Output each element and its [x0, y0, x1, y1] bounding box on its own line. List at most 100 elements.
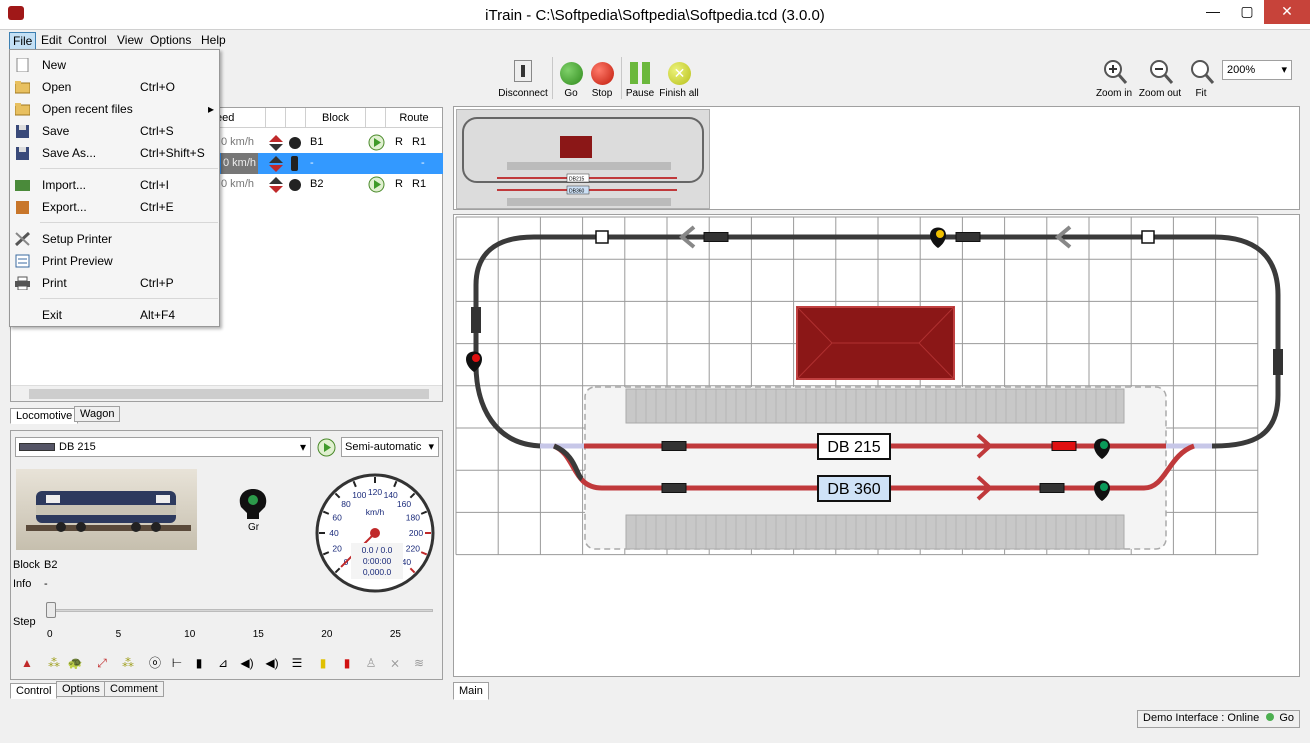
- headlight-icon[interactable]: [289, 178, 301, 191]
- status-indicator-icon: [1266, 713, 1275, 721]
- zoom-out-button[interactable]: Zoom out: [1136, 56, 1184, 100]
- stop-button[interactable]: Stop: [587, 56, 617, 100]
- step-slider-thumb[interactable]: [46, 602, 56, 618]
- menu-item-print[interactable]: Print Ctrl+P: [10, 272, 219, 294]
- menu-item-open-recent[interactable]: Open recent files ▸: [10, 98, 219, 120]
- track-diagram[interactable]: DB 215 DB 360: [454, 215, 1299, 676]
- menu-options[interactable]: Options: [147, 32, 194, 48]
- block-marker[interactable]: [471, 307, 481, 333]
- disconnect-button[interactable]: Disconnect: [496, 56, 550, 100]
- cabin-light-function-icon[interactable]: ☰: [289, 655, 305, 671]
- red-light-function-icon[interactable]: ▮: [339, 655, 355, 671]
- shunting-function-icon[interactable]: 🐢: [67, 655, 83, 671]
- run-icon[interactable]: [368, 176, 385, 193]
- locomotive-thumbnail-icon: [19, 443, 55, 451]
- pantograph-function-icon[interactable]: ⨯: [387, 655, 403, 671]
- block-marker[interactable]: [1039, 483, 1065, 493]
- minimap[interactable]: DB215 DB360: [456, 109, 710, 209]
- header-block[interactable]: Block: [306, 108, 366, 128]
- lights-rear-function-icon[interactable]: ⁂: [120, 655, 136, 671]
- toolbar-separator: [621, 57, 622, 99]
- menu-edit[interactable]: Edit: [38, 32, 65, 48]
- pause-button[interactable]: Pause: [624, 56, 656, 100]
- menu-item-setup-printer[interactable]: Setup Printer: [10, 228, 219, 250]
- direction-toggle-icon[interactable]: [269, 135, 283, 151]
- tab-main[interactable]: Main: [453, 682, 489, 700]
- block-marker[interactable]: [1273, 349, 1283, 375]
- gauge-unit: km/h: [366, 507, 385, 517]
- menu-item-open[interactable]: Open Ctrl+O: [10, 76, 219, 98]
- menu-item-print-preview[interactable]: Print Preview: [10, 250, 219, 272]
- zoom-in-button[interactable]: Zoom in: [1094, 56, 1134, 100]
- block-marker[interactable]: [955, 232, 981, 242]
- coupler-function-icon[interactable]: ⊢: [169, 655, 185, 671]
- tab-wagon[interactable]: Wagon: [74, 406, 121, 422]
- maximize-button[interactable]: ▢: [1230, 0, 1264, 24]
- header-speed[interactable]: eed: [216, 108, 266, 128]
- recent-folder-icon: [15, 103, 30, 116]
- overview-panel: DB215 DB360: [453, 106, 1300, 210]
- gauge-tick-label: 60: [332, 512, 342, 522]
- menu-help[interactable]: Help: [198, 32, 229, 48]
- menu-item-save[interactable]: Save Ctrl+S: [10, 120, 219, 142]
- zoom-level-select[interactable]: 200% ▾: [1222, 60, 1292, 80]
- gauge-tick-label: 140: [384, 490, 398, 500]
- light-icon[interactable]: [291, 156, 298, 171]
- direction-toggle-icon[interactable]: [269, 177, 283, 193]
- tab-options[interactable]: Options: [56, 681, 106, 697]
- minimize-button[interactable]: —: [1196, 0, 1230, 24]
- menu-file[interactable]: File: [9, 32, 37, 50]
- locomotive-select[interactable]: DB 215 ▾: [15, 437, 311, 457]
- block-marker-occupied[interactable]: [1051, 441, 1077, 451]
- horizontal-scrollbar[interactable]: [11, 385, 442, 401]
- menu-view[interactable]: View: [114, 32, 146, 48]
- finish-all-button[interactable]: ✕ Finish all: [658, 56, 700, 100]
- locomotive-photo: [16, 469, 197, 550]
- direction-function-icon[interactable]: ▲: [19, 655, 35, 671]
- menu-item-exit[interactable]: Exit Alt+F4: [10, 304, 219, 326]
- smoke-function-icon[interactable]: ≋: [411, 655, 427, 671]
- sound-alt-function-icon[interactable]: ◀): [264, 655, 280, 671]
- bell-function-icon[interactable]: ♙: [363, 655, 379, 671]
- brake-function-icon[interactable]: ⊿: [215, 655, 231, 671]
- block-marker[interactable]: [703, 232, 729, 242]
- export-icon: [16, 201, 29, 214]
- scrollbar-thumb[interactable]: [29, 389, 429, 399]
- menu-item-new[interactable]: New: [10, 54, 219, 76]
- menu-item-import[interactable]: Import... Ctrl+I: [10, 174, 219, 196]
- tab-comment[interactable]: Comment: [104, 681, 164, 697]
- menu-item-save-as[interactable]: Save As... Ctrl+Shift+S: [10, 142, 219, 164]
- gauge-hub: [370, 528, 380, 538]
- run-icon[interactable]: [317, 438, 336, 457]
- block-marker[interactable]: [661, 483, 687, 493]
- platform-bottom[interactable]: [625, 514, 1125, 550]
- lights-function-icon[interactable]: ⁂: [46, 655, 62, 671]
- speedometer-gauge: 020406080100120140160180200220240km/h0.0…: [315, 473, 435, 593]
- menu-control[interactable]: Control: [65, 32, 110, 48]
- tab-control[interactable]: Control: [10, 683, 58, 699]
- step-tick-label: 5: [115, 629, 122, 640]
- yellow-light-function-icon[interactable]: ▮: [315, 655, 331, 671]
- gauge-tick-label: 40: [329, 528, 339, 538]
- headlight-icon[interactable]: [289, 136, 301, 149]
- block-marker[interactable]: [661, 441, 687, 451]
- go-button[interactable]: Go: [556, 56, 586, 100]
- menu-item-export[interactable]: Export... Ctrl+E: [10, 196, 219, 218]
- sensor[interactable]: [1141, 230, 1155, 244]
- step-tick-label: 10: [184, 629, 196, 640]
- mode-select[interactable]: Semi-automatic ▾: [341, 437, 439, 457]
- tab-locomotive[interactable]: Locomotive: [10, 408, 79, 424]
- step-slider[interactable]: [46, 602, 433, 618]
- run-icon[interactable]: [368, 134, 385, 151]
- sensor[interactable]: [595, 230, 609, 244]
- header-route[interactable]: Route: [386, 108, 442, 128]
- engine-function-icon[interactable]: ▮: [191, 655, 207, 671]
- acceleration-function-icon[interactable]: ⤢: [94, 655, 110, 671]
- toolbar-separator: [552, 57, 553, 99]
- fit-button[interactable]: Fit: [1186, 56, 1216, 100]
- close-button[interactable]: ✕: [1264, 0, 1310, 24]
- horn-function-icon[interactable]: ⓞ: [147, 655, 163, 671]
- sound-function-icon[interactable]: ◀): [239, 655, 255, 671]
- direction-toggle-icon[interactable]: [269, 156, 283, 172]
- platform-top[interactable]: [625, 388, 1125, 424]
